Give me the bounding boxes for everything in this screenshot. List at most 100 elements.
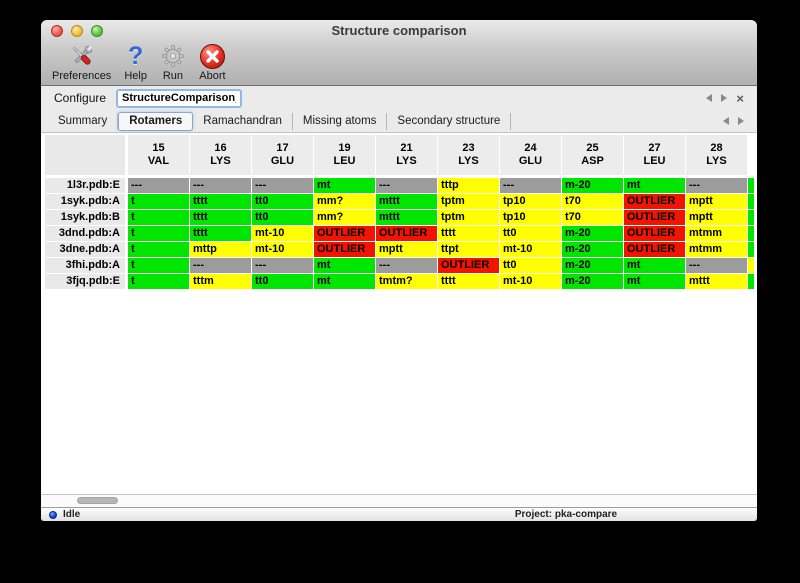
rotamer-cell[interactable]: mt-10 (500, 274, 561, 289)
rotamer-cell[interactable]: mtmm (686, 226, 747, 241)
row-label[interactable]: 3fhi.pdb:A (45, 258, 125, 273)
rotamer-cell[interactable]: t70 (562, 210, 623, 225)
rotamer-cell[interactable]: mt (314, 178, 375, 193)
rotamer-cell[interactable]: mttt (686, 274, 747, 289)
rotamer-cell[interactable]: tp10 (500, 194, 561, 209)
row-label[interactable]: 3dne.pdb:A (45, 242, 125, 257)
rotamer-cell[interactable]: OUTLIER (376, 226, 437, 241)
rotamer-cell[interactable]: mt (314, 274, 375, 289)
tab-secondary-structure[interactable]: Secondary structure (387, 113, 511, 130)
rotamer-cell[interactable]: tt0 (500, 258, 561, 273)
forward-arrow-icon[interactable] (721, 94, 727, 102)
rotamer-cell[interactable]: --- (686, 258, 747, 273)
row-label[interactable]: 1l3r.pdb:E (45, 178, 125, 193)
rotamer-cell[interactable]: t (128, 226, 189, 241)
rotamer-cell[interactable]: --- (128, 178, 189, 193)
rotamer-cell[interactable]: t (128, 194, 189, 209)
rotamer-cell[interactable]: OUTLIER (314, 242, 375, 257)
configure-name-input[interactable] (116, 89, 242, 108)
rotamer-cell[interactable]: mt (624, 258, 685, 273)
column-header-23[interactable]: 23LYS (438, 135, 499, 175)
rotamer-cell[interactable]: --- (686, 178, 747, 193)
rotamer-cell[interactable]: tmtm? (376, 274, 437, 289)
rotamer-cell[interactable]: tttt (190, 210, 251, 225)
rotamer-cell[interactable]: t (128, 210, 189, 225)
rotamer-cell[interactable]: tttt (190, 226, 251, 241)
row-label[interactable]: 1syk.pdb:A (45, 194, 125, 209)
rotamer-cell[interactable]: mt (624, 274, 685, 289)
column-header-27[interactable]: 27LEU (624, 135, 685, 175)
rotamer-cell[interactable]: mtmm (686, 242, 747, 257)
rotamer-cell[interactable]: m-20 (562, 274, 623, 289)
column-header-19[interactable]: 19LEU (314, 135, 375, 175)
rotamer-cell[interactable]: --- (252, 258, 313, 273)
row-label[interactable]: 3dnd.pdb:A (45, 226, 125, 241)
rotamer-cell[interactable]: tttt (190, 194, 251, 209)
rotamer-cell[interactable]: --- (190, 178, 251, 193)
rotamer-cell[interactable]: m-20 (562, 226, 623, 241)
rotamer-cell[interactable]: mm? (314, 194, 375, 209)
rotamer-cell[interactable]: tptm (438, 210, 499, 225)
rotamer-cell[interactable]: mptt (686, 194, 747, 209)
rotamer-cell[interactable]: ttpt (438, 242, 499, 257)
rotamer-cell[interactable]: mt-10 (500, 242, 561, 257)
close-icon[interactable]: × (736, 92, 744, 105)
zoom-window-button[interactable] (91, 25, 103, 37)
rotamer-cell[interactable]: mptt (686, 210, 747, 225)
row-label[interactable]: 3fjq.pdb:E (45, 274, 125, 289)
rotamer-cell[interactable]: OUTLIER (438, 258, 499, 273)
rotamer-cell[interactable]: mt-10 (252, 226, 313, 241)
rotamer-cell[interactable]: tttp (438, 178, 499, 193)
rotamer-cell[interactable]: tptm (438, 194, 499, 209)
column-header-16[interactable]: 16LYS (190, 135, 251, 175)
rotamer-cell[interactable]: OUTLIER (624, 242, 685, 257)
rotamer-cell[interactable]: m-20 (562, 242, 623, 257)
rotamer-cell[interactable]: tttt (438, 226, 499, 241)
rotamer-cell[interactable]: OUTLIER (624, 210, 685, 225)
toolbar-button-help[interactable]: ?Help (124, 42, 147, 82)
rotamer-cell[interactable]: mt-10 (252, 242, 313, 257)
rotamer-cell[interactable]: t (128, 274, 189, 289)
column-header-17[interactable]: 17GLU (252, 135, 313, 175)
rotamer-cell[interactable]: mttt (376, 210, 437, 225)
tab-ramachandran[interactable]: Ramachandran (193, 113, 293, 130)
rotamer-cell[interactable]: tt0 (252, 274, 313, 289)
column-header-24[interactable]: 24GLU (500, 135, 561, 175)
rotamer-cell[interactable]: tp10 (500, 210, 561, 225)
toolbar-button-preferences[interactable]: Preferences (52, 42, 111, 82)
rotamer-cell[interactable]: t (128, 242, 189, 257)
row-label[interactable]: 1syk.pdb:B (45, 210, 125, 225)
toolbar-button-abort[interactable]: Abort (199, 42, 226, 82)
column-header-25[interactable]: 25ASP (562, 135, 623, 175)
rotamer-cell[interactable]: mttt (376, 194, 437, 209)
tab-back-arrow-icon[interactable] (723, 117, 729, 125)
rotamer-cell[interactable]: tttt (438, 274, 499, 289)
rotamer-cell[interactable]: tt0 (252, 210, 313, 225)
rotamer-cell[interactable]: tt0 (500, 226, 561, 241)
column-header-21[interactable]: 21LYS (376, 135, 437, 175)
rotamer-cell[interactable]: --- (376, 178, 437, 193)
rotamer-cell[interactable]: mt (314, 258, 375, 273)
rotamer-cell[interactable]: m-20 (562, 178, 623, 193)
rotamer-cell[interactable]: OUTLIER (624, 194, 685, 209)
rotamer-cell[interactable]: --- (376, 258, 437, 273)
column-header-28[interactable]: 28LYS (686, 135, 747, 175)
rotamer-cell[interactable]: t70 (562, 194, 623, 209)
rotamer-cell[interactable]: mptt (376, 242, 437, 257)
tab-forward-arrow-icon[interactable] (738, 117, 744, 125)
rotamer-cell[interactable]: OUTLIER (314, 226, 375, 241)
tab-summary[interactable]: Summary (48, 113, 118, 130)
tab-missing-atoms[interactable]: Missing atoms (293, 113, 388, 130)
rotamer-cell[interactable]: mt (624, 178, 685, 193)
rotamer-cell[interactable]: --- (252, 178, 313, 193)
rotamer-cell[interactable]: tt0 (252, 194, 313, 209)
close-window-button[interactable] (51, 25, 63, 37)
rotamer-cell[interactable]: mm? (314, 210, 375, 225)
column-header-15[interactable]: 15VAL (128, 135, 189, 175)
horizontal-scrollbar[interactable] (41, 494, 757, 507)
toolbar-button-run[interactable]: Run (160, 42, 186, 82)
rotamer-cell[interactable]: OUTLIER (624, 226, 685, 241)
rotamer-cell[interactable]: --- (190, 258, 251, 273)
rotamer-cell[interactable]: --- (500, 178, 561, 193)
tab-rotamers[interactable]: Rotamers (118, 112, 193, 131)
